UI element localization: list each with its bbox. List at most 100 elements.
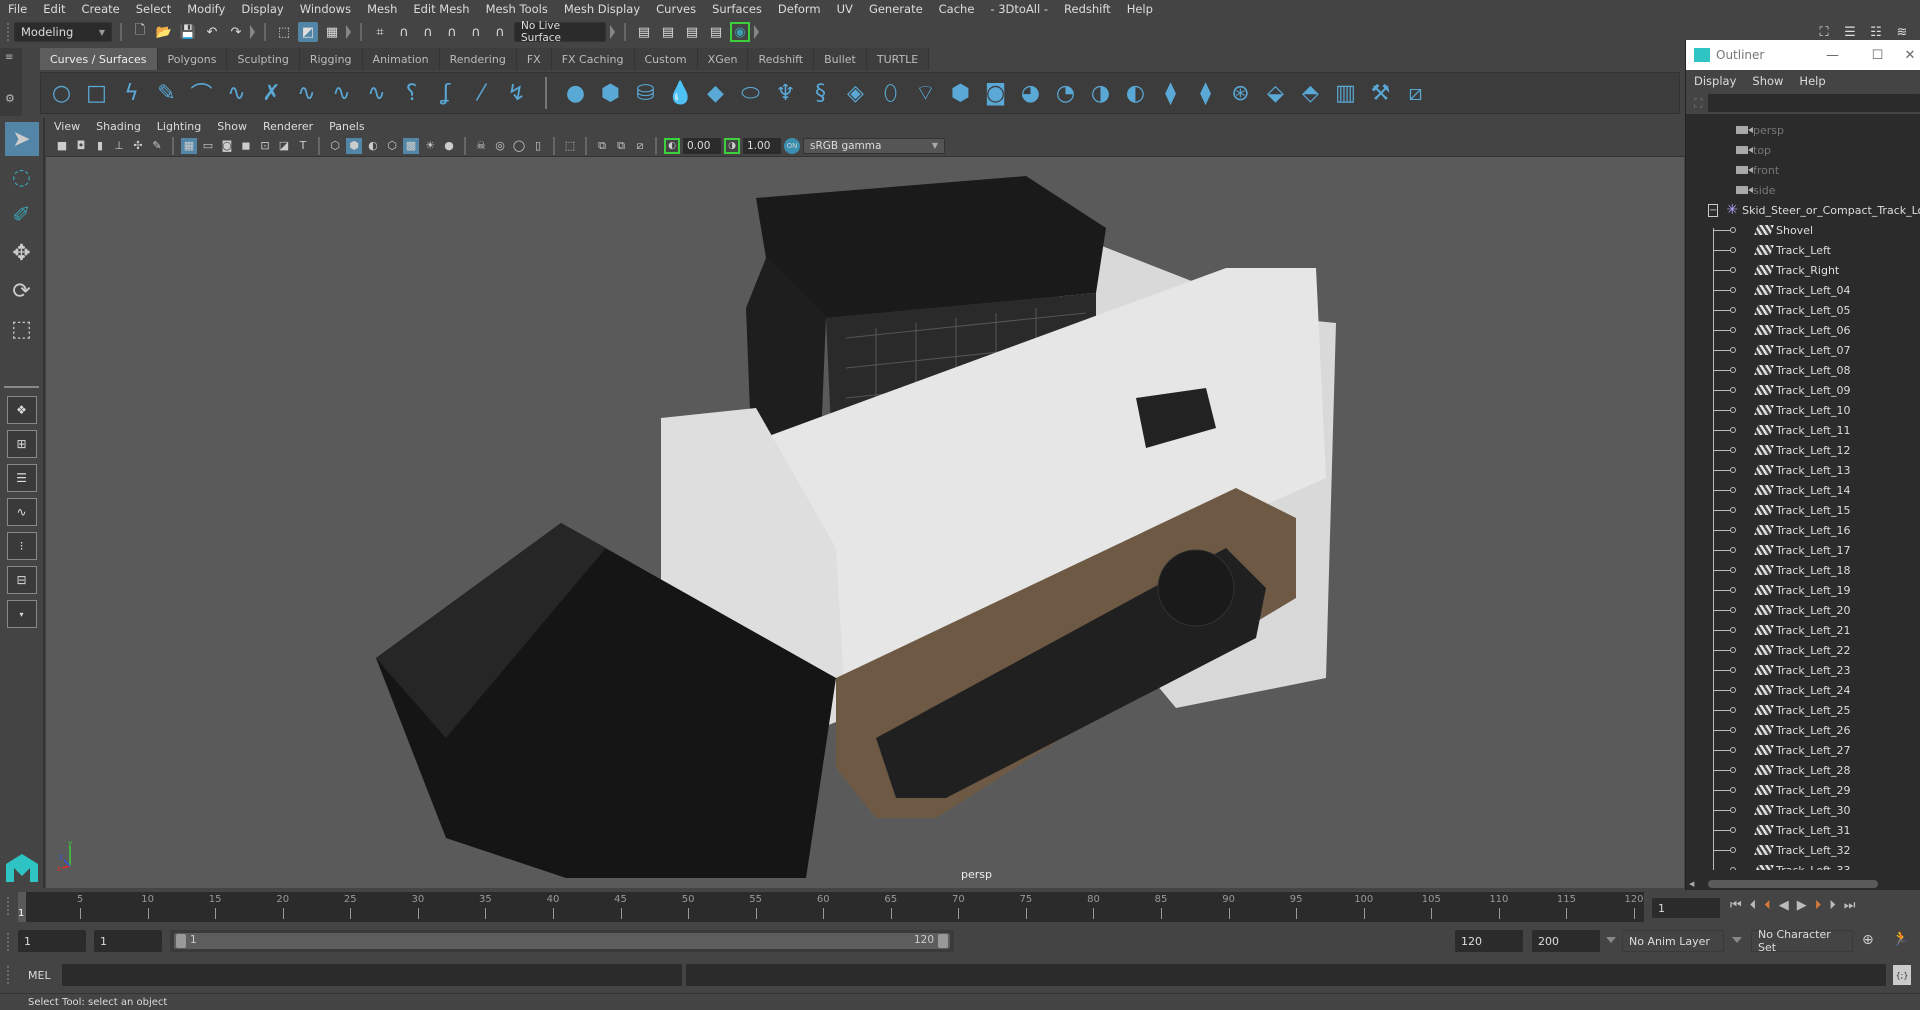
snap-projected-icon[interactable]: ∩ [442,22,462,42]
grid-icon[interactable]: ▦ [181,137,197,154]
menu-item[interactable]: - 3DtoAll - [990,2,1048,16]
play-backwards-icon[interactable]: ◀ [1779,898,1789,913]
current-frame-field[interactable]: 1 [1652,898,1720,918]
menu-item[interactable]: Create [82,2,120,16]
outliner-menu-item[interactable]: Display [1694,74,1736,88]
3d-scene[interactable] [46,118,1684,888]
boolean-intersect-icon[interactable]: ◔ [1051,78,1080,108]
resolution-gate-icon[interactable]: ◙ [219,138,235,154]
cv-curve-icon[interactable]: ϟ [117,78,146,108]
shelf-tab[interactable]: Polygons [157,48,228,70]
collapse-arrow[interactable] [250,25,256,39]
birail-icon[interactable]: ⌔ [911,78,940,108]
menu-item[interactable]: Windows [300,2,351,16]
attach-surface-icon[interactable]: ⬙ [1261,78,1290,108]
menu-item[interactable]: Cache [939,2,975,16]
undo-icon[interactable]: ↶ [202,22,222,42]
outliner-mesh-item[interactable]: Track_Left_17 [1686,540,1920,560]
tool-settings-icon[interactable]: ☷ [1866,22,1886,42]
image-plane-icon[interactable]: ⊥ [111,138,127,154]
outliner-mesh-item[interactable]: Shovel [1686,220,1920,240]
shelf-settings-icon[interactable]: ⚙ [5,92,15,105]
four-view-layout-icon[interactable]: ⊞ [6,430,37,458]
xray-icon[interactable]: ⧉ [594,138,610,154]
new-scene-icon[interactable]: 🗋 [130,22,150,42]
mel-toggle[interactable]: MEL [28,969,51,982]
bookmark-icon[interactable]: ▮ [92,138,108,154]
menu-item[interactable]: UV [837,2,853,16]
outliner-mesh-item[interactable]: Track_Left_30 [1686,800,1920,820]
outliner-menu-item[interactable]: Show [1752,74,1783,88]
outliner-camera-item[interactable]: front [1686,160,1920,180]
color-space-dropdown[interactable]: sRGB gamma ▼ [803,137,945,154]
outliner-mesh-item[interactable]: Track_Left_04 [1686,280,1920,300]
select-object-icon[interactable]: ◩ [298,22,318,42]
extrude-icon[interactable]: ⬯ [876,78,905,108]
scroll-thumb[interactable] [1708,880,1879,888]
collapse-toggle-icon[interactable]: − [1708,203,1719,217]
untrim-icon[interactable]: ◐ [1121,78,1150,108]
select-tool-icon[interactable]: ➤ [4,122,39,156]
outliner-mesh-item[interactable]: Track_Left_06 [1686,320,1920,340]
current-frame-marker[interactable]: 1 [18,892,26,922]
outliner-mesh-item[interactable]: Track_Left_21 [1686,620,1920,640]
safe-title-icon[interactable]: T [295,138,311,154]
outliner-mesh-item[interactable]: Track_Left_05 [1686,300,1920,320]
menu-item[interactable]: Display [241,2,283,16]
drag-handle[interactable] [6,965,10,985]
panel-menu-item[interactable]: Panels [329,120,364,133]
shadows-icon[interactable]: ● [441,138,457,154]
menu-item[interactable]: Deform [778,2,821,16]
render-settings-icon[interactable]: ▤ [706,22,726,42]
xray-joints-icon[interactable]: ⧉ [613,138,629,154]
playback-end-field[interactable]: 120 [1455,930,1523,952]
anti-aliasing-icon[interactable]: ◯ [511,138,527,154]
outliner-horizontal-scrollbar[interactable]: ◀ [1686,878,1920,890]
snap-curve-icon[interactable]: ∩ [394,22,414,42]
menu-item[interactable]: File [8,2,27,16]
textured-icon[interactable]: ▩ [403,137,419,154]
outliner-mesh-item[interactable]: Track_Left_09 [1686,380,1920,400]
outliner-mesh-item[interactable]: Track_Left_19 [1686,580,1920,600]
outliner-mesh-item[interactable]: Track_Left_20 [1686,600,1920,620]
step-back-frame-icon[interactable]: ⏴ [1750,898,1757,913]
collapse-arrow[interactable] [754,25,760,39]
shelf-tab[interactable]: FX Caching [551,48,635,70]
open-scene-icon[interactable]: 📂 [154,22,174,42]
offset-curve-icon[interactable]: ∿ [362,78,391,108]
planar-icon[interactable]: ◈ [841,78,870,108]
gamma-icon[interactable]: ◑ [724,137,740,154]
render-view-icon[interactable]: ▤ [634,22,654,42]
script-editor-icon[interactable]: {;} [1893,965,1911,985]
redo-icon[interactable]: ↷ [226,22,246,42]
bezier-curve-icon[interactable]: ∿ [222,78,251,108]
playback-start-field[interactable]: 1 [94,930,162,952]
nurbs-sphere-icon[interactable]: ● [561,78,590,108]
outliner-mesh-item[interactable]: Track_Left_33 [1686,860,1920,870]
isolate-select-icon[interactable]: ⬚ [562,138,578,154]
outliner-mesh-item[interactable]: Track_Left_18 [1686,560,1920,580]
shelf-tab[interactable]: Custom [634,48,698,70]
character-set-dropdown[interactable]: No Character Set [1751,928,1853,954]
outliner-mesh-item[interactable]: Track_Right [1686,260,1920,280]
animation-preferences-icon[interactable]: 🏃 [1892,931,1909,947]
outliner-mesh-item[interactable]: Track_Left_15 [1686,500,1920,520]
live-surface-field[interactable]: No Live Surface [514,20,606,44]
workspace-menu[interactable]: Modeling ▼ [14,22,112,42]
color-management-toggle-icon[interactable]: ON [784,137,800,154]
revolve-icon[interactable]: ♆ [771,78,800,108]
field-chart-icon[interactable]: ⊡ [257,138,273,154]
outliner-mesh-item[interactable]: Track_Left_27 [1686,740,1920,760]
outliner-mesh-item[interactable]: Track_Left_24 [1686,680,1920,700]
lasso-select-icon[interactable]: ◌ [5,160,39,194]
wireframe-icon[interactable]: ⬡ [327,138,343,154]
shelf-tab[interactable]: Curves / Surfaces [40,48,158,70]
persp-outliner-layout-icon[interactable]: ☰ [6,464,37,492]
menu-item[interactable]: Modify [187,2,225,16]
modeling-toolkit-icon[interactable]: ⛶ [1814,22,1834,42]
depth-of-field-icon[interactable]: ▯ [530,138,546,154]
drag-handle[interactable] [6,896,10,916]
outliner-camera-item[interactable]: top [1686,140,1920,160]
fillet-icon[interactable]: ⊛ [1226,78,1255,108]
intersect-curve-icon[interactable]: ⁄ [467,78,496,108]
